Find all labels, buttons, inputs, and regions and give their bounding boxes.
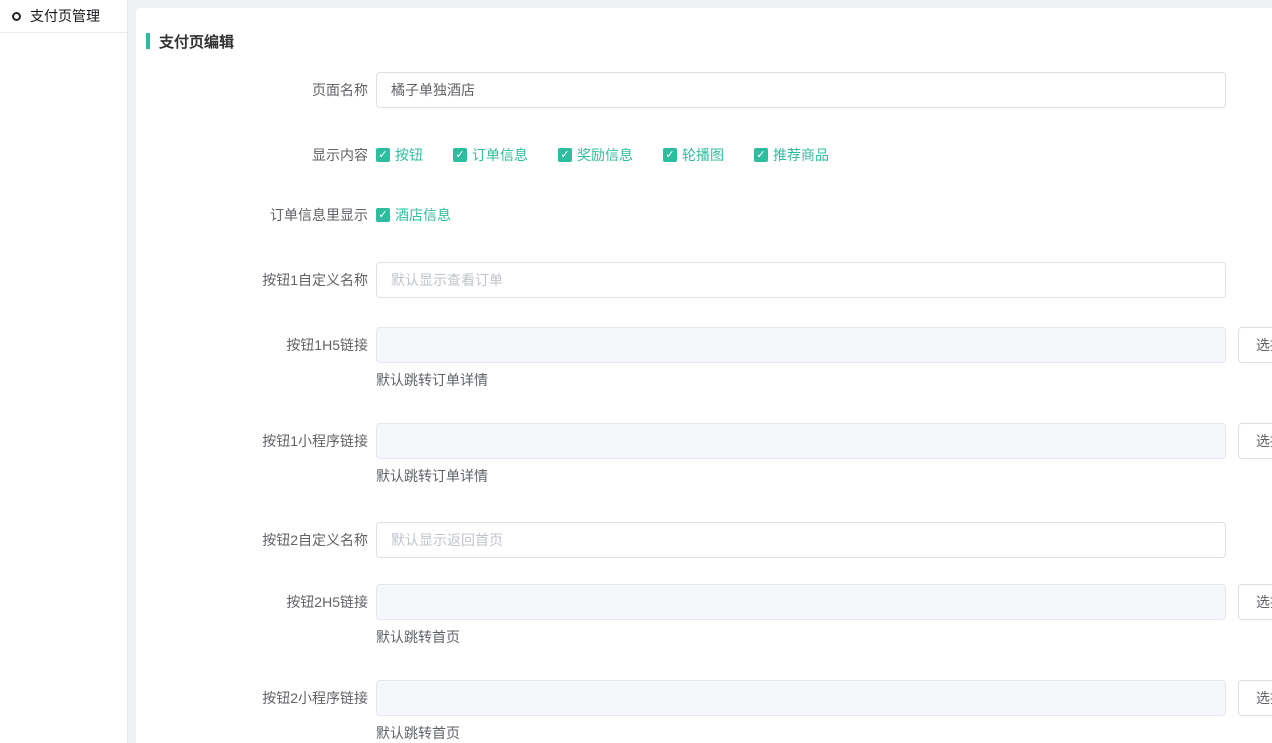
button2-name-input[interactable] [376, 522, 1226, 558]
checkbox-checked-icon: ✓ [754, 148, 768, 162]
order-info-display-label: 订单信息里显示 [146, 205, 368, 225]
page-name-input[interactable] [376, 72, 1226, 108]
checkbox-checked-icon: ✓ [376, 148, 390, 162]
button2-h5-select-button[interactable]: 选择 [1238, 584, 1272, 620]
page-name-label: 页面名称 [146, 72, 368, 108]
button2-mini-input [376, 680, 1226, 716]
main-panel: 支付页编辑 页面名称 显示内容 ✓ 按钮 ✓ 订单信息 ✓ 奖励信息 ✓ [136, 8, 1272, 743]
form-row-button1-name: 按钮1自定义名称 [146, 262, 1272, 298]
form-row-button2-name: 按钮2自定义名称 [146, 522, 1272, 558]
checkbox-hotel-info[interactable]: ✓ 酒店信息 [376, 205, 451, 225]
button2-mini-select-button[interactable]: 选择 [1238, 680, 1272, 716]
button2-name-label: 按钮2自定义名称 [146, 522, 368, 558]
button2-mini-label: 按钮2小程序链接 [146, 680, 368, 716]
sidebar: 支付页管理 [0, 0, 128, 743]
form-row-button2-h5: 按钮2H5链接 选择 默认跳转首页 [146, 584, 1272, 646]
checkbox-carousel[interactable]: ✓ 轮播图 [663, 145, 724, 165]
button1-name-input[interactable] [376, 262, 1226, 298]
section-title: 支付页编辑 [146, 32, 1272, 50]
title-accent-bar [146, 33, 150, 49]
button1-mini-label: 按钮1小程序链接 [146, 423, 368, 459]
button2-h5-input [376, 584, 1226, 620]
button2-h5-hint: 默认跳转首页 [376, 629, 1272, 646]
form-row-button1-h5: 按钮1H5链接 选择 默认跳转订单详情 [146, 327, 1272, 389]
checkbox-recommended-goods[interactable]: ✓ 推荐商品 [754, 145, 829, 165]
sidebar-item-payment-page[interactable]: 支付页管理 [0, 0, 127, 33]
button2-mini-hint: 默认跳转首页 [376, 725, 1272, 742]
form-row-order-info-display: 订单信息里显示 ✓ 酒店信息 [146, 205, 1272, 225]
button1-h5-hint: 默认跳转订单详情 [376, 372, 1272, 389]
form-row-button2-mini: 按钮2小程序链接 选择 默认跳转首页 [146, 680, 1272, 742]
display-content-label: 显示内容 [146, 145, 368, 165]
checkbox-checked-icon: ✓ [558, 148, 572, 162]
checkbox-reward-info[interactable]: ✓ 奖励信息 [558, 145, 633, 165]
button1-mini-hint: 默认跳转订单详情 [376, 468, 1272, 485]
button2-h5-label: 按钮2H5链接 [146, 584, 368, 620]
sidebar-item-label: 支付页管理 [30, 6, 100, 26]
circle-icon [12, 12, 21, 21]
form-row-display-content: 显示内容 ✓ 按钮 ✓ 订单信息 ✓ 奖励信息 ✓ 轮播图 ✓ 推荐商品 [146, 145, 1272, 165]
button1-h5-label: 按钮1H5链接 [146, 327, 368, 363]
checkbox-button[interactable]: ✓ 按钮 [376, 145, 423, 165]
button1-mini-select-button[interactable]: 选择 [1238, 423, 1272, 459]
form-row-button1-mini: 按钮1小程序链接 选择 默认跳转订单详情 [146, 423, 1272, 485]
checkbox-checked-icon: ✓ [453, 148, 467, 162]
page-title: 支付页编辑 [159, 31, 234, 52]
checkbox-checked-icon: ✓ [376, 208, 390, 222]
checkbox-checked-icon: ✓ [663, 148, 677, 162]
button1-h5-select-button[interactable]: 选择 [1238, 327, 1272, 363]
form-row-page-name: 页面名称 [146, 72, 1272, 108]
checkbox-order-info[interactable]: ✓ 订单信息 [453, 145, 528, 165]
button1-h5-input [376, 327, 1226, 363]
button1-mini-input [376, 423, 1226, 459]
button1-name-label: 按钮1自定义名称 [146, 262, 368, 298]
